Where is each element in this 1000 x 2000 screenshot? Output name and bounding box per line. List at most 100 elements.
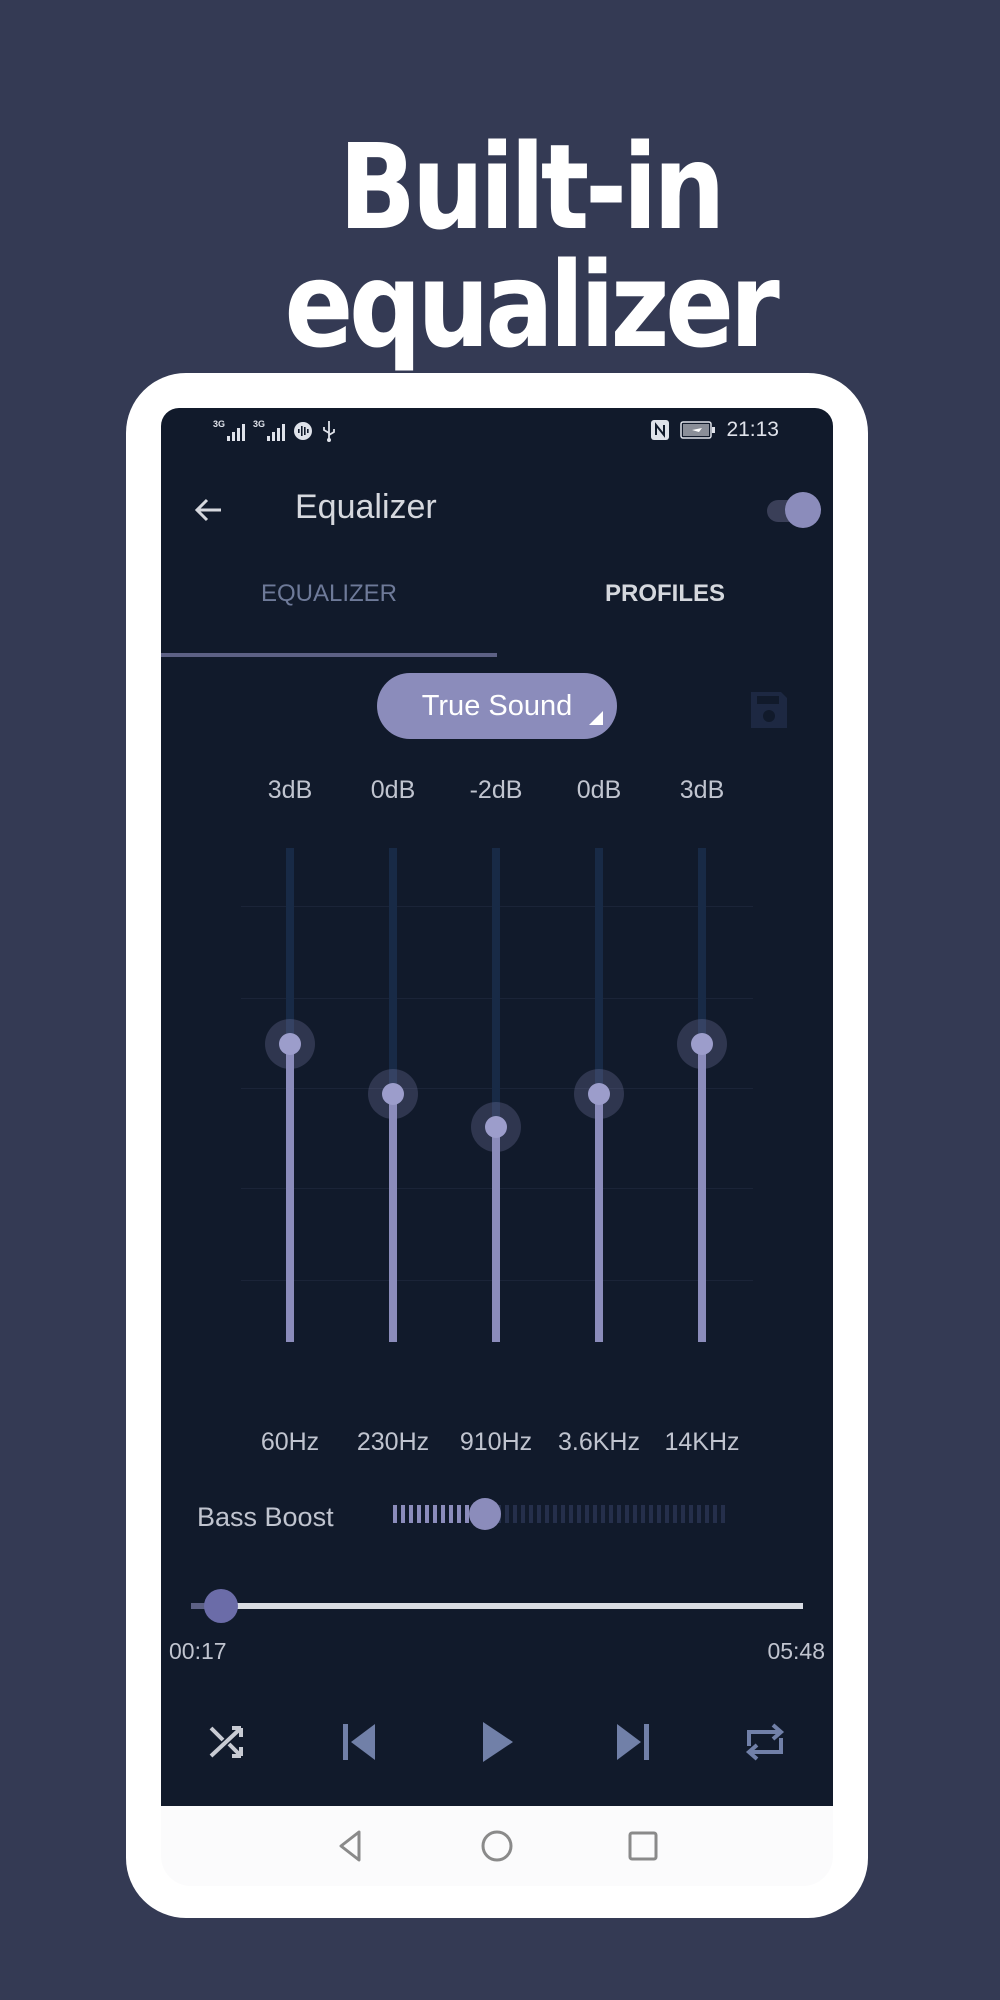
bass-boost-tick [513, 1505, 517, 1523]
tab-bar: EQUALIZER PROFILES [161, 570, 833, 634]
usb-icon [323, 421, 335, 442]
shuffle-icon[interactable] [203, 1718, 251, 1766]
bass-boost-tick [521, 1505, 525, 1523]
gain-label: 0dB [576, 776, 622, 804]
slider-thumb[interactable] [588, 1083, 610, 1105]
frequency-label: 3.6KHz [558, 1428, 640, 1456]
playback-controls [161, 1718, 833, 1774]
band-slider-14KHz[interactable] [677, 848, 727, 1342]
bass-boost-tick [449, 1505, 453, 1523]
slider-fill [595, 1094, 603, 1342]
phone-frame: 3G 3G 21:13 Equalizer EQUALIZER PROFILES… [126, 373, 868, 1918]
slider-fill [389, 1094, 397, 1342]
bass-boost-tick [545, 1505, 549, 1523]
bass-boost-tick [617, 1505, 621, 1523]
frequency-label: 230Hz [356, 1428, 430, 1456]
bass-boost-tick [561, 1505, 565, 1523]
bass-boost-tick [625, 1505, 629, 1523]
app-screen: 3G 3G 21:13 Equalizer EQUALIZER PROFILES… [161, 408, 833, 1806]
skip-previous-icon[interactable] [337, 1718, 385, 1766]
band-slider-60Hz[interactable] [265, 848, 315, 1342]
bass-boost-label: Bass Boost [197, 1502, 334, 1532]
app-bar: Equalizer [161, 468, 833, 554]
bass-boost-tick [401, 1505, 405, 1523]
gain-label: 3dB [679, 776, 725, 804]
back-icon[interactable] [333, 1828, 369, 1864]
system-nav-bar [161, 1806, 833, 1886]
bass-boost-tick [609, 1505, 613, 1523]
bass-boost-tick [505, 1505, 509, 1523]
preset-label: True Sound [421, 690, 573, 722]
headline: Built-in equalizer [284, 118, 779, 374]
bass-boost-tick [393, 1505, 397, 1523]
bass-boost-tick [705, 1505, 709, 1523]
slider-thumb[interactable] [382, 1083, 404, 1105]
skip-next-icon[interactable] [607, 1718, 655, 1766]
bass-boost-tick [409, 1505, 413, 1523]
total-duration: 05:48 [767, 1638, 825, 1664]
signal-icon: 3G [253, 419, 285, 441]
bass-boost-tick [537, 1505, 541, 1523]
seek-thumb[interactable] [203, 1589, 238, 1623]
bass-boost-tick [529, 1505, 533, 1523]
frequency-labels: 60Hz 230Hz 910Hz 3.6KHz 14KHz [161, 1428, 833, 1462]
bass-boost-slider[interactable] [393, 1494, 733, 1534]
audio-icon [294, 422, 312, 440]
bass-boost-tick [689, 1505, 693, 1523]
band-slider-230Hz[interactable] [368, 848, 418, 1342]
frequency-label: 60Hz [260, 1428, 320, 1456]
bass-boost-tick [585, 1505, 589, 1523]
recents-icon[interactable] [625, 1828, 661, 1864]
bass-boost-tick [601, 1505, 605, 1523]
play-icon[interactable] [473, 1718, 521, 1766]
dropdown-corner-icon [589, 711, 603, 725]
gain-labels: 3dB 0dB -2dB 0dB 3dB [161, 776, 833, 810]
page-title: Equalizer [295, 488, 437, 526]
band-slider-3.6KHz[interactable] [574, 848, 624, 1342]
slider-fill [286, 1043, 294, 1342]
nfc-icon [651, 420, 670, 440]
tab-profiles[interactable]: PROFILES [497, 570, 833, 634]
elapsed-time: 00:17 [169, 1638, 227, 1664]
bass-boost-tick [633, 1505, 637, 1523]
bass-boost-thumb[interactable] [468, 1498, 501, 1530]
tab-equalizer[interactable]: EQUALIZER [161, 570, 497, 634]
equalizer-toggle[interactable] [767, 492, 829, 528]
bass-boost-tick [681, 1505, 685, 1523]
bass-boost-tick [665, 1505, 669, 1523]
bass-boost-tick [593, 1505, 597, 1523]
seek-bar[interactable] [191, 1588, 803, 1624]
save-icon[interactable] [747, 688, 791, 732]
gain-label: -2dB [469, 776, 523, 804]
bass-boost-tick [713, 1505, 717, 1523]
bass-boost-tick [649, 1505, 653, 1523]
band-slider-910Hz[interactable] [471, 848, 521, 1342]
bass-boost-tick [457, 1505, 461, 1523]
gain-label: 0dB [370, 776, 416, 804]
equalizer-sliders [161, 848, 833, 1368]
repeat-icon[interactable] [741, 1718, 789, 1766]
bass-boost-tick [441, 1505, 445, 1523]
bass-boost-tick [433, 1505, 437, 1523]
bass-boost-tick [417, 1505, 421, 1523]
preset-dropdown[interactable]: True Sound [377, 673, 617, 739]
bass-boost-tick [641, 1505, 645, 1523]
clock: 21:13 [726, 418, 779, 441]
slider-thumb[interactable] [691, 1032, 713, 1055]
status-bar: 3G 3G 21:13 [161, 418, 833, 448]
frequency-label: 910Hz [459, 1428, 533, 1456]
bass-boost-tick [673, 1505, 677, 1523]
slider-fill [698, 1043, 706, 1342]
bass-boost-tick [577, 1505, 581, 1523]
slider-fill [492, 1127, 500, 1342]
arrow-left-icon[interactable] [191, 492, 227, 528]
gain-label: 3dB [267, 776, 313, 804]
bass-boost-tick [697, 1505, 701, 1523]
bass-boost-tick [569, 1505, 573, 1523]
tab-indicator [161, 653, 497, 657]
home-icon[interactable] [479, 1828, 515, 1864]
battery-charging-icon [680, 421, 716, 439]
bass-boost-tick [553, 1505, 557, 1523]
signal-icon: 3G [213, 419, 245, 441]
slider-thumb[interactable] [279, 1032, 301, 1055]
